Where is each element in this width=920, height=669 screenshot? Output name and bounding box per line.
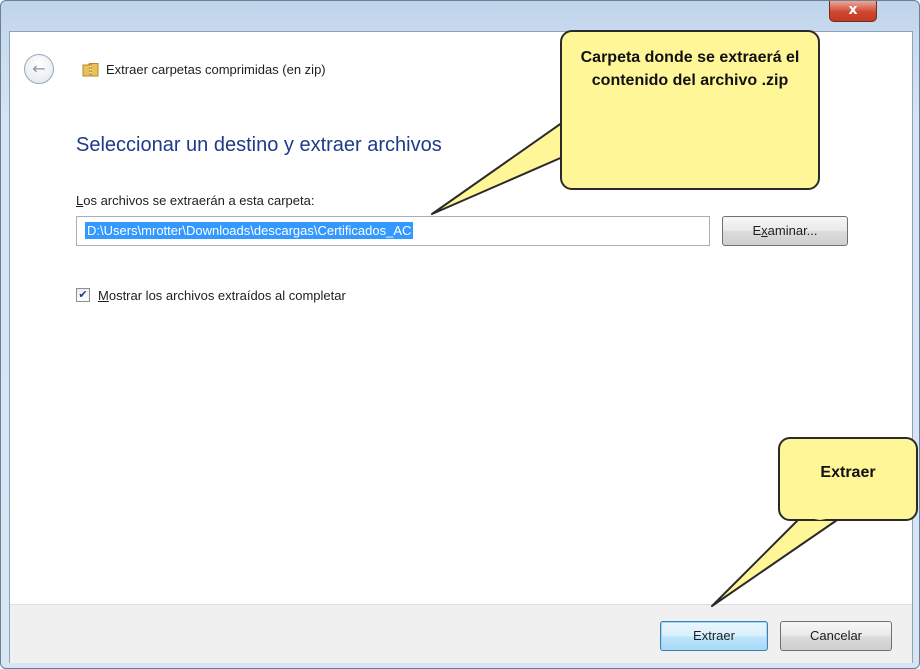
callout-2-pointer (711, 517, 841, 607)
extract-callout: Extraer (778, 437, 918, 521)
destination-callout: Carpeta donde se extraerá el contenido d… (560, 30, 820, 190)
